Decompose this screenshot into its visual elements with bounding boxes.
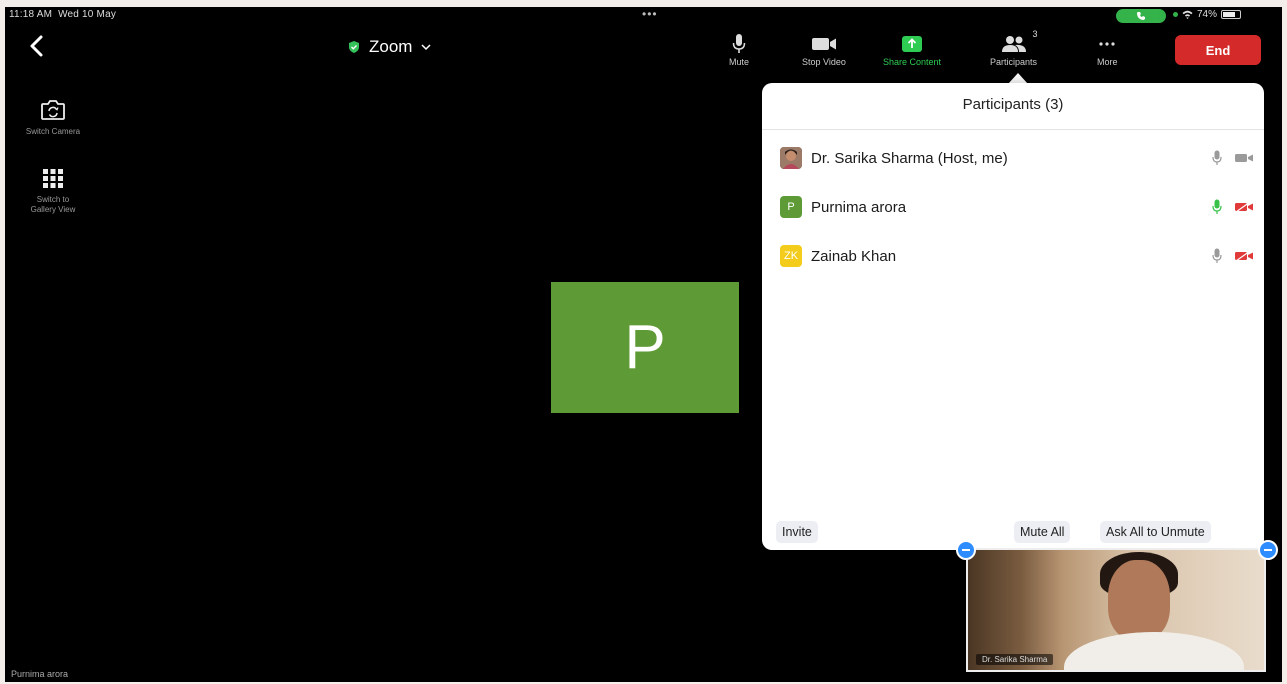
battery-icon xyxy=(1221,10,1242,19)
self-video-thumbnail[interactable]: Dr. Sarika Sharma xyxy=(966,548,1266,672)
panel-divider xyxy=(762,129,1264,130)
chevron-left-icon xyxy=(30,35,43,57)
gallery-grid-icon xyxy=(43,169,63,188)
encryption-shield-icon xyxy=(349,41,359,53)
participant-initials-avatar: P xyxy=(780,196,802,218)
battery-percent: 74% xyxy=(1197,9,1218,20)
microphone-icon xyxy=(1212,248,1222,263)
ask-all-to-unmute-button[interactable]: Ask All to Unmute xyxy=(1100,521,1211,543)
gallery-view-button[interactable]: Switch to Gallery View xyxy=(17,167,89,215)
user-photo-icon xyxy=(780,147,802,169)
participant-name: Dr. Sarika Sharma (Host, me) xyxy=(811,149,1008,167)
participant-name: Purnima arora xyxy=(811,198,907,216)
status-bar: 11:18 AM Wed 10 May ••• 74% xyxy=(5,7,1282,25)
participants-panel-title: Participants (3) xyxy=(962,96,1064,113)
zoom-meeting-screen: 11:18 AM Wed 10 May ••• 74% Zoom Mute St… xyxy=(5,7,1282,682)
mute-label: Mute xyxy=(729,57,750,67)
minimize-self-view-icon[interactable] xyxy=(956,540,976,560)
share-screen-icon xyxy=(902,36,923,52)
active-speaker-name: Purnima arora xyxy=(11,669,69,679)
gallery-view-label: Switch to Gallery View xyxy=(30,195,76,214)
chevron-down-icon xyxy=(421,44,431,51)
mute-all-button[interactable]: Mute All xyxy=(1014,521,1071,543)
switch-camera-icon xyxy=(41,100,65,120)
video-camera-icon xyxy=(811,38,836,50)
active-call-pill[interactable] xyxy=(1116,9,1166,23)
camera-in-use-icon xyxy=(1173,12,1178,17)
participants-count-badge: 3 xyxy=(1032,29,1038,39)
participants-icon xyxy=(1001,36,1026,52)
phone-icon xyxy=(1137,12,1145,20)
minimize-self-view-icon[interactable] xyxy=(1258,540,1278,560)
meeting-title: Zoom xyxy=(369,37,413,56)
share-content-label: Share Content xyxy=(883,57,942,67)
video-camera-icon xyxy=(1235,154,1253,162)
participants-button[interactable]: 3 Participants xyxy=(990,29,1038,67)
invite-button[interactable]: Invite xyxy=(776,521,818,543)
stop-video-label: Stop Video xyxy=(802,57,846,67)
mute-button[interactable]: Mute xyxy=(729,31,749,67)
participant-row[interactable]: ZK Zainab Khan xyxy=(780,241,1254,271)
video-off-icon xyxy=(1235,250,1253,262)
participants-label: Participants xyxy=(990,57,1038,67)
status-time: 11:18 AM Wed 10 May xyxy=(9,9,117,20)
multitasking-dots-icon[interactable]: ••• xyxy=(642,7,658,21)
microphone-icon xyxy=(1212,150,1222,165)
share-content-button[interactable]: Share Content xyxy=(883,31,941,67)
participant-photo-avatar xyxy=(780,147,802,169)
participant-row[interactable]: Dr. Sarika Sharma (Host, me) xyxy=(780,143,1254,173)
microphone-active-icon xyxy=(1212,199,1222,214)
switch-camera-button[interactable]: Switch Camera xyxy=(17,99,89,137)
participant-name: Zainab Khan xyxy=(811,247,897,265)
end-meeting-button[interactable]: End xyxy=(1175,35,1261,65)
meeting-info-button[interactable]: Zoom xyxy=(347,37,432,57)
participants-panel: Participants (3) Dr. Sarika Sharma (Host… xyxy=(762,83,1264,550)
participant-initials-avatar: ZK xyxy=(780,245,802,267)
status-right: 74% xyxy=(1173,9,1242,20)
stop-video-button[interactable]: Stop Video xyxy=(802,31,846,67)
back-button[interactable] xyxy=(23,31,53,61)
self-view-name: Dr. Sarika Sharma xyxy=(976,654,1054,665)
more-button[interactable]: More xyxy=(1097,31,1118,67)
switch-camera-label: Switch Camera xyxy=(25,127,81,136)
active-speaker-avatar: P xyxy=(551,282,739,413)
wifi-icon xyxy=(1182,10,1193,19)
participant-row[interactable]: P Purnima arora xyxy=(780,192,1254,222)
more-label: More xyxy=(1097,57,1118,67)
video-off-icon xyxy=(1235,201,1253,213)
more-dots-icon xyxy=(1099,42,1115,46)
microphone-icon xyxy=(732,34,746,53)
